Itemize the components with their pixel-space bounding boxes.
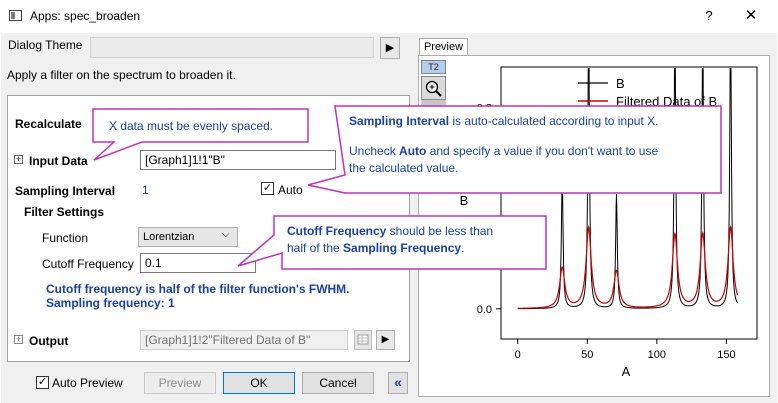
input-data-expander[interactable]: + xyxy=(14,155,23,164)
zoom-button[interactable] xyxy=(421,76,446,100)
chevron-down-icon[interactable]: ⌵ xyxy=(222,229,230,240)
x-tick-label: 50 xyxy=(581,349,593,361)
x-axis-ticks: 0 50 100 150 xyxy=(515,339,736,361)
callout-sampling-line2: Uncheck Auto and specify a value if you … xyxy=(349,143,658,159)
y-tick-label: 0.0 xyxy=(477,304,492,316)
callout-cutoff-bold2: Sampling Frequency xyxy=(343,241,462,255)
cutoff-frequency-field[interactable]: 0.1 xyxy=(140,253,256,273)
dialog-theme-select[interactable] xyxy=(90,37,374,58)
output-expander[interactable]: + xyxy=(14,335,23,344)
collapse-button[interactable]: « xyxy=(388,372,408,394)
help-button[interactable]: ? xyxy=(699,6,719,26)
output-menu-button[interactable]: ▶ xyxy=(376,330,395,350)
callout-cutoff-line1: Cutoff Frequency should be less than xyxy=(287,223,493,239)
worksheet-icon xyxy=(357,334,369,345)
callout-sampling-line1: Sampling Interval is auto-calculated acc… xyxy=(349,113,659,129)
callout-cutoff-line2: half of the Sampling Frequency. xyxy=(287,240,464,256)
callout-sampling-line3: the calculated value. xyxy=(349,161,459,175)
auto-preview-checkbox[interactable]: ✓ xyxy=(36,376,49,389)
legend-entry-b: B xyxy=(616,76,625,91)
preview-button[interactable]: Preview xyxy=(144,372,216,394)
ok-button[interactable]: OK xyxy=(223,372,295,394)
t2-button[interactable]: T2 xyxy=(421,60,446,74)
legend-entry-filtered: Filtered Data of B xyxy=(616,94,717,109)
filter-settings-label: Filter Settings xyxy=(24,205,105,219)
window-title: Apps: spec_broaden xyxy=(30,9,141,23)
cutoff-frequency-label: Cutoff Frequency xyxy=(42,257,134,271)
zoom-icon xyxy=(425,80,442,97)
callout-sampling-rest1: is auto-calculated according to input X. xyxy=(449,114,659,128)
output-label: Output xyxy=(29,334,69,348)
sampling-interval-value: 1 xyxy=(142,183,149,197)
callout-sampling-bold1: Sampling Interval xyxy=(349,114,450,128)
x-axis-label: A xyxy=(622,364,631,379)
close-button[interactable]: ✕ xyxy=(741,6,761,26)
input-data-field[interactable]: [Graph1]1!1"B" xyxy=(140,150,336,170)
callout-sampling-rest2: and specify a value if you don't want to… xyxy=(426,144,659,158)
cancel-button[interactable]: Cancel xyxy=(302,372,374,394)
output-browse-button[interactable] xyxy=(354,330,372,350)
callout-cutoff-rest2: . xyxy=(461,241,465,255)
app-icon xyxy=(9,10,22,21)
callout-sampling-bold2: Auto xyxy=(399,144,427,158)
auto-preview-label[interactable]: Auto Preview xyxy=(52,376,123,390)
x-tick-label: 100 xyxy=(648,349,666,361)
dialog-description: Apply a filter on the spectrum to broade… xyxy=(7,68,236,82)
toolbar-strip xyxy=(421,100,446,110)
auto-checkbox-label[interactable]: Auto xyxy=(278,183,303,197)
sampling-frequency-note: Sampling frequency: 1 xyxy=(46,296,175,310)
function-label: Function xyxy=(42,231,89,245)
y-axis-label: B xyxy=(460,193,469,208)
callout-x-spacing-text: X data must be evenly spaced. xyxy=(109,119,274,133)
callout-cutoff-rest1: should be less than xyxy=(386,224,494,238)
input-data-label: Input Data xyxy=(29,154,88,168)
output-field[interactable]: [Graph1]1!2"Filtered Data of B" xyxy=(140,330,348,350)
auto-checkbox[interactable]: ✓ xyxy=(261,182,274,195)
y-axis-ticks: 0.00.3 xyxy=(477,102,501,316)
callout-sampling-pre2: Uncheck xyxy=(349,144,400,158)
cutoff-note: Cutoff frequency is half of the filter f… xyxy=(46,282,350,296)
x-tick-label: 150 xyxy=(717,349,735,361)
x-tick-label: 0 xyxy=(515,349,521,361)
callout-cutoff-pre2: half of the xyxy=(287,241,344,255)
dialog-theme-label: Dialog Theme xyxy=(8,38,83,52)
sampling-interval-label: Sampling Interval xyxy=(15,184,116,198)
dialog-theme-arrow-button[interactable]: ▶ xyxy=(380,37,400,59)
tab-preview[interactable]: Preview xyxy=(419,38,468,56)
callout-cutoff-bold1: Cutoff Frequency xyxy=(287,224,387,238)
recalculate-label: Recalculate xyxy=(15,117,82,131)
